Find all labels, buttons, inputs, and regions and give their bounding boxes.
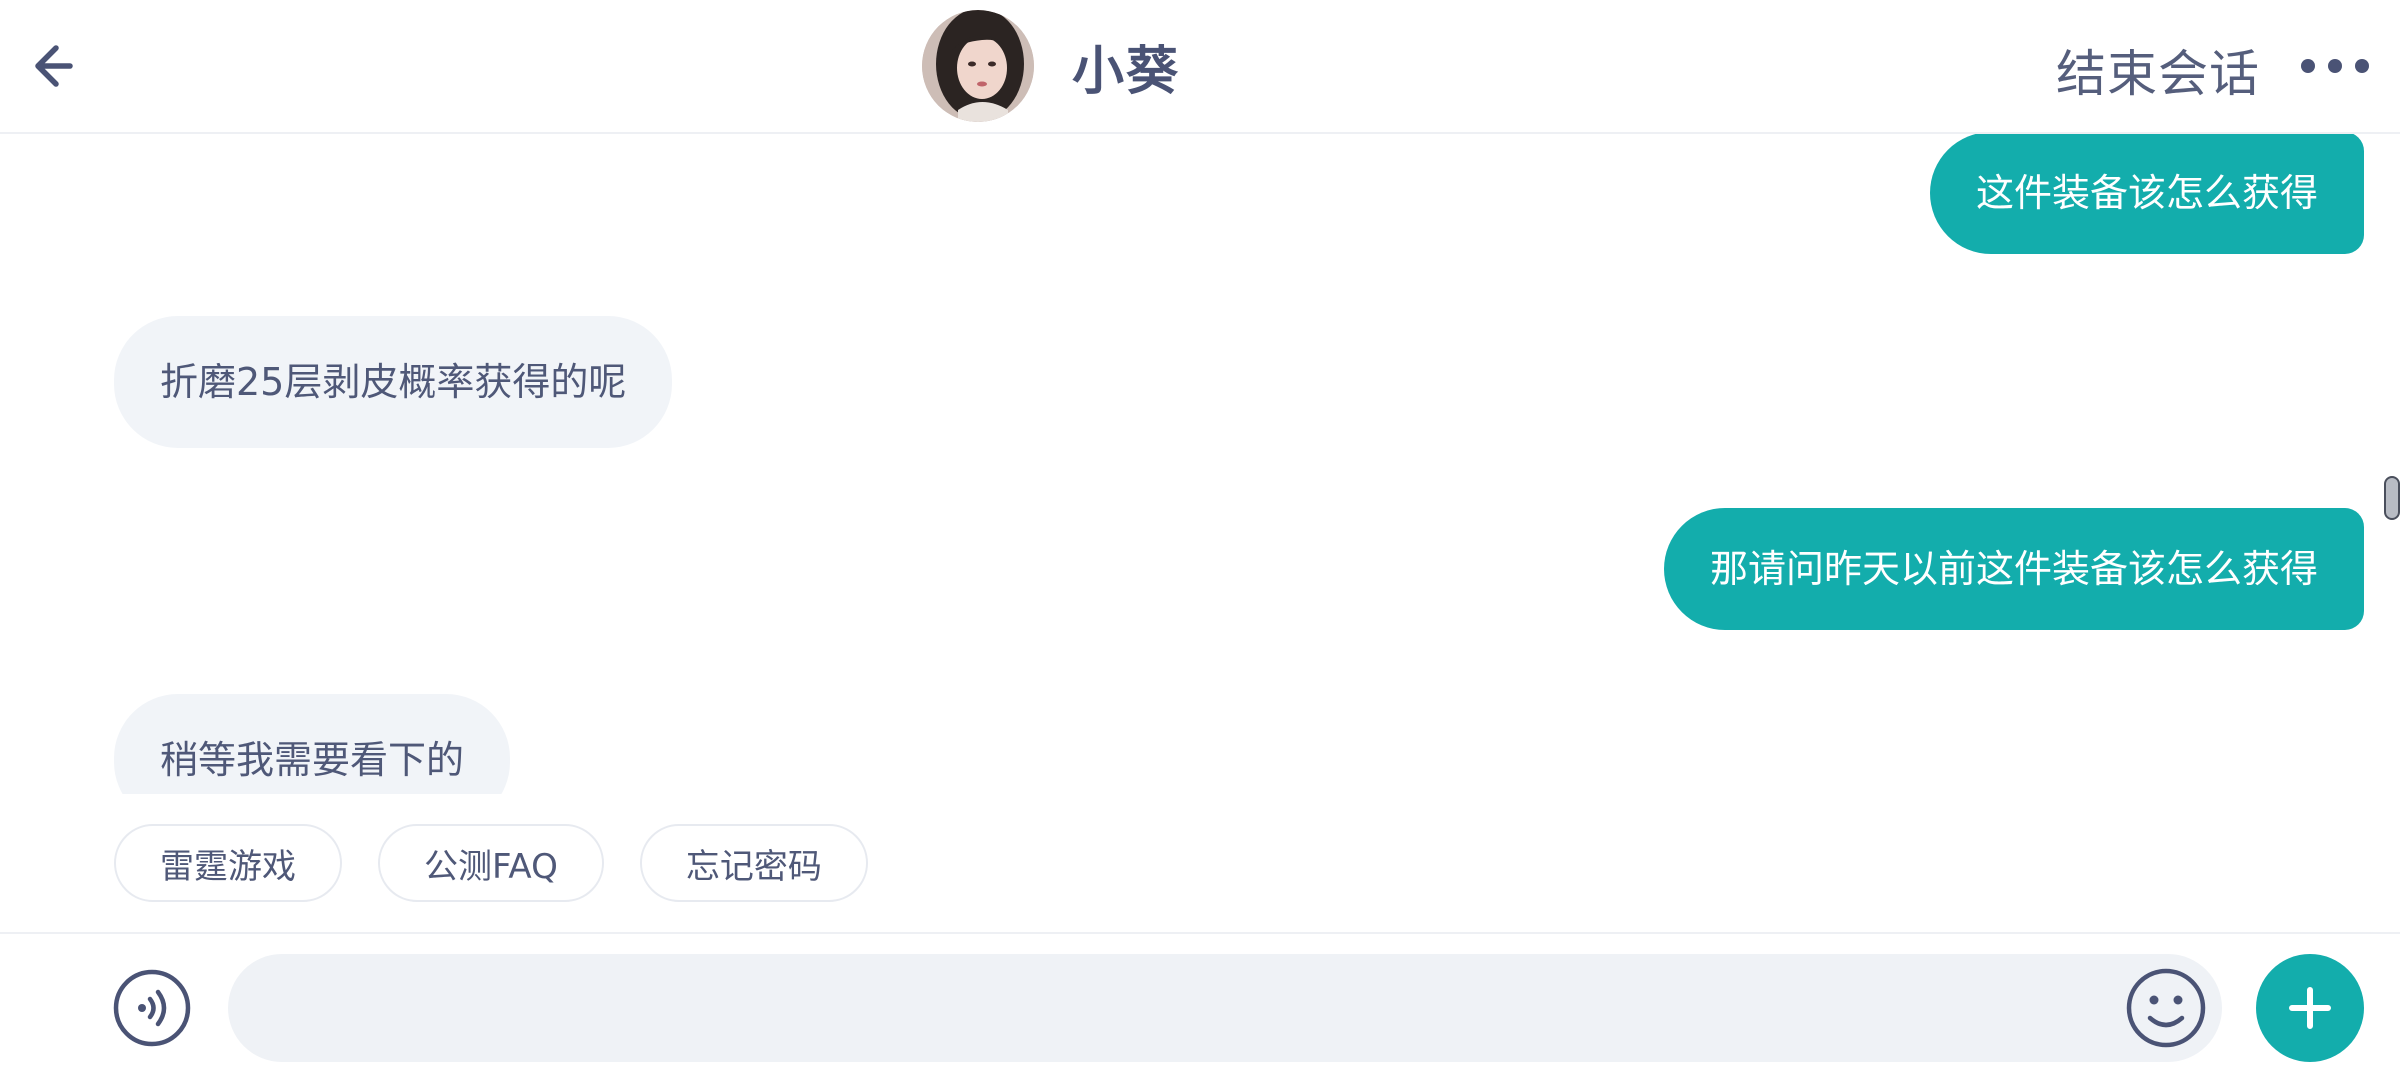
chat-screen: 小葵 结束会话 这件装备该怎么获得 折磨25层剥皮概率获得的呢 那请问昨天以前这… xyxy=(0,0,2400,1080)
end-session-button[interactable]: 结束会话 xyxy=(2056,34,2260,106)
avatar[interactable] xyxy=(922,10,1034,122)
more-button[interactable] xyxy=(2294,46,2376,86)
message-input[interactable] xyxy=(228,954,2222,1062)
emoji-icon xyxy=(2126,968,2206,1048)
quick-reply-chip[interactable]: 雷霆游戏 xyxy=(114,824,342,902)
more-horizontal-icon xyxy=(2301,59,2369,73)
incoming-message[interactable]: 稍等我需要看下的 xyxy=(114,694,511,794)
emoji-button[interactable] xyxy=(2124,966,2208,1050)
agent-name: 小葵 xyxy=(1072,41,1181,102)
quick-reply-chip[interactable]: 忘记密码 xyxy=(639,824,868,902)
arrow-left-icon xyxy=(35,45,73,87)
add-attachment-button[interactable] xyxy=(2256,954,2364,1062)
voice-button[interactable] xyxy=(112,968,192,1048)
agent-avatar-image xyxy=(922,10,1034,122)
outgoing-message[interactable]: 那请问昨天以前这件装备该怎么获得 xyxy=(1663,508,2364,630)
voice-icon xyxy=(113,969,191,1047)
input-bar xyxy=(0,932,2400,1080)
chat-header: 小葵 结束会话 xyxy=(0,0,2400,134)
scrollbar-thumb[interactable] xyxy=(2384,476,2400,520)
back-button[interactable] xyxy=(22,36,82,96)
incoming-message[interactable]: 折磨25层剥皮概率获得的呢 xyxy=(114,316,673,448)
quick-reply-chip[interactable]: 公测FAQ xyxy=(378,824,604,902)
plus-icon xyxy=(2289,987,2331,1029)
agent-info: 小葵 xyxy=(922,10,1180,122)
outgoing-message[interactable]: 这件装备该怎么获得 xyxy=(1929,134,2364,254)
message-list[interactable]: 这件装备该怎么获得 折磨25层剥皮概率获得的呢 那请问昨天以前这件装备该怎么获得… xyxy=(0,134,2400,794)
quick-reply-bar: 雷霆游戏 公测FAQ 忘记密码 xyxy=(114,824,868,902)
